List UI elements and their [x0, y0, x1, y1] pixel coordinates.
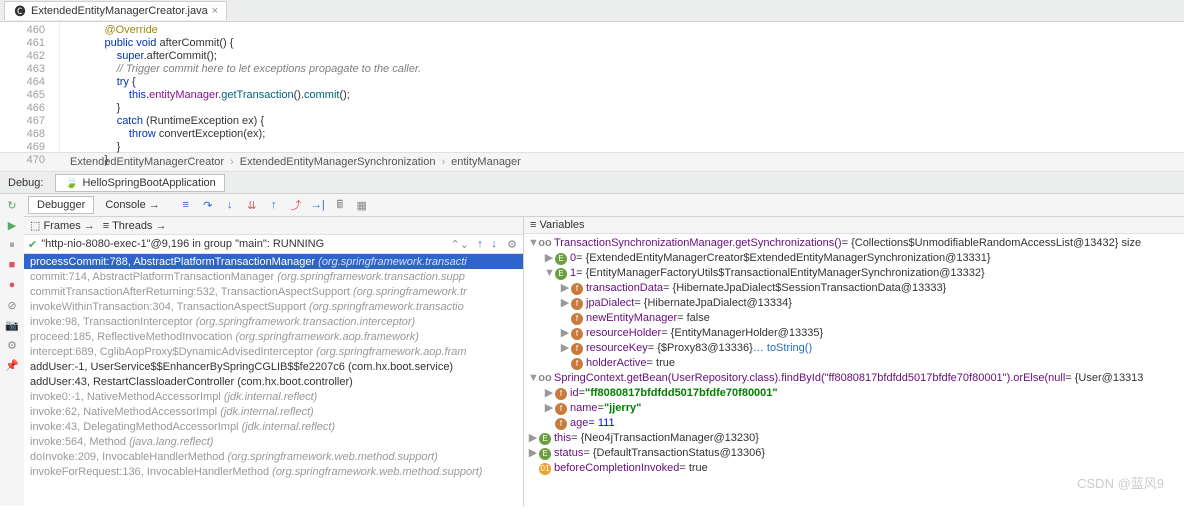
- file-tab[interactable]: 🅒 ExtendedEntityManagerCreator.java ×: [4, 1, 227, 20]
- tab-debugger[interactable]: Debugger: [28, 196, 94, 214]
- vars-label: ≡ Variables: [530, 219, 585, 231]
- run-config-tab[interactable]: 🍃 HelloSpringBootApplication: [55, 174, 224, 192]
- force-step-into-icon[interactable]: ⇊: [245, 198, 259, 212]
- class-icon: 🅒: [13, 4, 27, 18]
- stack-frame[interactable]: commit:714, AbstractPlatformTransactionM…: [24, 269, 523, 284]
- debug-side-toolbar: ↻ ▶ ⏸ ■ ● ⊘ 📷 ⚙ 📌: [0, 194, 24, 506]
- debug-panel: ↻ ▶ ⏸ ■ ● ⊘ 📷 ⚙ 📌 Debugger Console → ≡ ↷…: [0, 194, 1184, 506]
- threads-tab[interactable]: ≡ Threads →: [103, 220, 167, 232]
- run-config-name: HelloSpringBootApplication: [82, 177, 215, 189]
- crumb[interactable]: entityManager: [451, 156, 521, 168]
- stack-frame[interactable]: addUser:43, RestartClassloaderController…: [24, 374, 523, 389]
- stack-frame[interactable]: intercept:689, CglibAopProxy$DynamicAdvi…: [24, 344, 523, 359]
- run-to-cursor-icon[interactable]: →|: [311, 198, 325, 212]
- debug-header: Debug: 🍃 HelloSpringBootApplication: [0, 172, 1184, 194]
- rerun-icon[interactable]: ↻: [5, 198, 19, 212]
- frames-pane: ⬚ Frames → ≡ Threads → ✔ "http-nio-8080-…: [24, 217, 524, 506]
- camera-icon[interactable]: 📷: [5, 318, 19, 332]
- stack-frame[interactable]: invoke:98, TransactionInterceptor (org.s…: [24, 314, 523, 329]
- thread-selector[interactable]: ✔ "http-nio-8080-exec-1"@9,196 in group …: [24, 235, 523, 254]
- variables-pane: ≡ Variables ▼oo TransactionSynchronizati…: [524, 217, 1184, 506]
- resume-icon[interactable]: ▶: [5, 218, 19, 232]
- variables-tree[interactable]: ▼oo TransactionSynchronizationManager.ge…: [524, 234, 1184, 506]
- thread-name: "http-nio-8080-exec-1"@9,196 in group "m…: [41, 238, 450, 250]
- file-tab-label: ExtendedEntityManagerCreator.java: [31, 5, 208, 17]
- stack-frame[interactable]: doInvoke:209, InvocableHandlerMethod (or…: [24, 449, 523, 464]
- stop-icon[interactable]: ■: [5, 258, 19, 272]
- step-into-icon[interactable]: ↓: [223, 198, 237, 212]
- stack-frame[interactable]: addUser:-1, UserService$$EnhancerBySprin…: [24, 359, 523, 374]
- next-frame-icon[interactable]: ↓: [487, 237, 501, 251]
- evaluate-icon[interactable]: 🖩: [333, 198, 347, 212]
- settings-icon[interactable]: ⚙: [5, 338, 19, 352]
- step-over-icon[interactable]: ↷: [201, 198, 215, 212]
- stack-frame[interactable]: processCommit:788, AbstractPlatformTrans…: [24, 254, 523, 269]
- tostring-link[interactable]: … toString(): [753, 341, 812, 356]
- drop-frame-icon[interactable]: ⤴: [289, 198, 303, 212]
- stack-frame[interactable]: invoke:43, DelegatingMethodAccessorImpl …: [24, 419, 523, 434]
- crumb[interactable]: ExtendedEntityManagerSynchronization: [240, 156, 436, 168]
- stack-frame[interactable]: commitTransactionAfterReturning:532, Tra…: [24, 284, 523, 299]
- debug-label: Debug:: [8, 177, 43, 189]
- check-icon: ✔: [28, 238, 37, 251]
- stack-frame[interactable]: invoke:62, NativeMethodAccessorImpl (jdk…: [24, 404, 523, 419]
- debug-tabs: Debugger Console → ≡ ↷ ↓ ⇊ ↑ ⤴ →| 🖩 ▦: [24, 194, 1184, 216]
- close-icon[interactable]: ×: [212, 5, 218, 17]
- stack-frame[interactable]: invokeForRequest:136, InvocableHandlerMe…: [24, 464, 523, 479]
- pin-icon[interactable]: 📌: [5, 358, 19, 372]
- step-out-icon[interactable]: ↑: [267, 198, 281, 212]
- show-exec-icon[interactable]: ≡: [179, 198, 193, 212]
- pause-icon[interactable]: ⏸: [5, 238, 19, 252]
- editor-tabs: 🅒 ExtendedEntityManagerCreator.java ×: [0, 0, 1184, 22]
- stack-frame[interactable]: invoke0:-1, NativeMethodAccessorImpl (jd…: [24, 389, 523, 404]
- watermark: CSDN @蓝风9: [1077, 473, 1164, 492]
- stack-frame[interactable]: invoke:564, Method (java.lang.reflect): [24, 434, 523, 449]
- stack-frame[interactable]: invokeWithinTransaction:304, Transaction…: [24, 299, 523, 314]
- line-gutter: 460461462 463464465 466467468 469470: [0, 22, 60, 152]
- code-body: @Override public void afterCommit() { su…: [60, 22, 421, 152]
- prev-frame-icon[interactable]: ↑: [473, 237, 487, 251]
- filter-icon[interactable]: ⚙: [505, 237, 519, 251]
- breadcrumb[interactable]: ExtendedEntityManagerCreator› ExtendedEn…: [0, 152, 1184, 172]
- tab-console[interactable]: Console →: [96, 196, 168, 214]
- frame-list[interactable]: processCommit:788, AbstractPlatformTrans…: [24, 254, 523, 506]
- trace-icon[interactable]: ▦: [355, 198, 369, 212]
- mute-breakpoints-icon[interactable]: ⊘: [5, 298, 19, 312]
- spring-icon: 🍃: [64, 176, 78, 190]
- view-breakpoints-icon[interactable]: ●: [5, 278, 19, 292]
- stack-frame[interactable]: proceed:185, ReflectiveMethodInvocation …: [24, 329, 523, 344]
- crumb[interactable]: ExtendedEntityManagerCreator: [70, 156, 224, 168]
- spinner-icon[interactable]: ⌃⌄: [451, 238, 469, 251]
- code-editor[interactable]: 460461462 463464465 466467468 469470 @Ov…: [0, 22, 1184, 152]
- frames-tab[interactable]: ⬚ Frames →: [30, 219, 95, 232]
